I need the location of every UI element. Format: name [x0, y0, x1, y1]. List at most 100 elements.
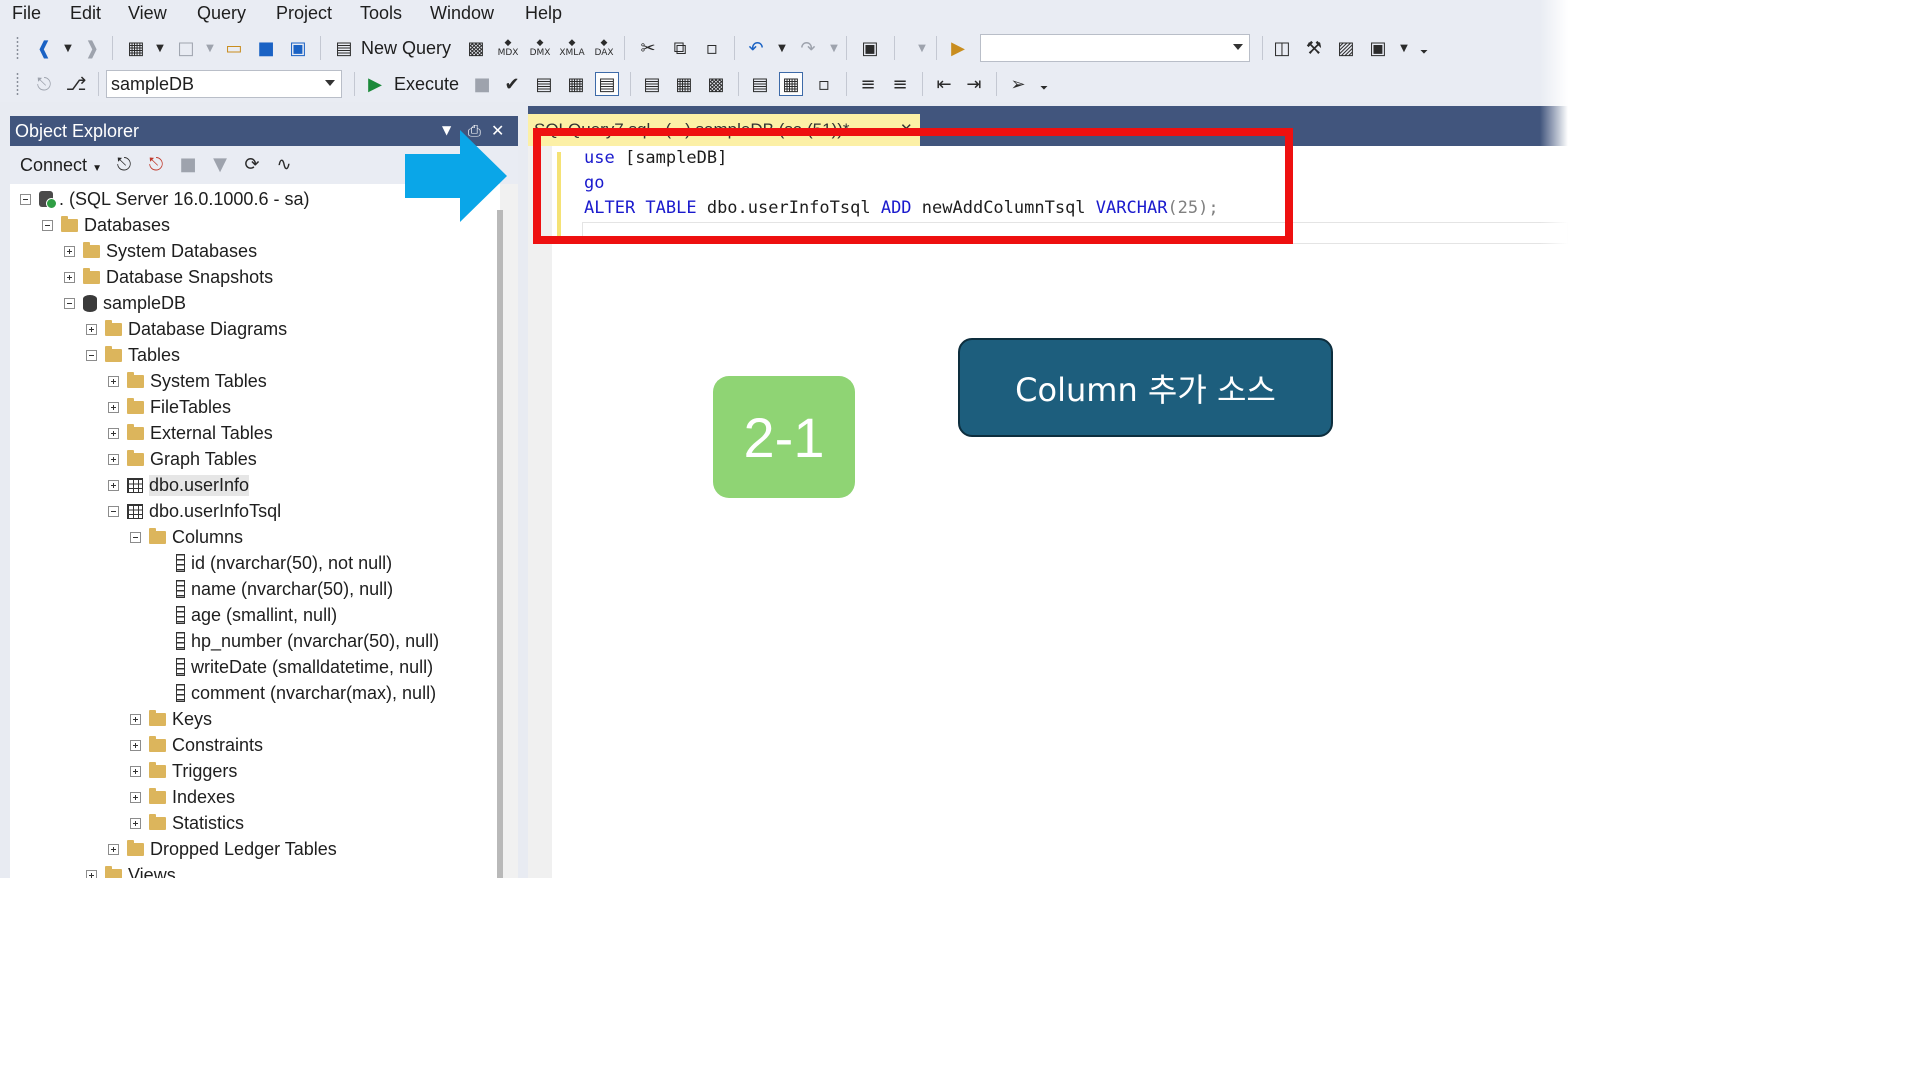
menu-file[interactable]: File	[12, 3, 41, 24]
expand-icon[interactable]	[108, 453, 119, 465]
uncomment-lines-icon[interactable]: ≡	[888, 72, 912, 96]
properties-wrench-icon[interactable]: ⚒	[1302, 36, 1326, 60]
comment-lines-icon[interactable]: ≡	[856, 72, 880, 96]
tree-node-columns[interactable]: Columns	[130, 524, 243, 550]
tree-node-triggers[interactable]: Triggers	[130, 758, 237, 784]
new-query-icon[interactable]: ▤	[332, 36, 356, 60]
search-combo[interactable]	[980, 34, 1250, 62]
expand-icon[interactable]	[64, 271, 75, 283]
menu-edit[interactable]: Edit	[70, 3, 101, 24]
tree-node-dropped-ledger-tables[interactable]: Dropped Ledger Tables	[108, 836, 337, 862]
undo-icon[interactable]: ↶	[744, 36, 768, 60]
expand-icon[interactable]	[108, 479, 119, 491]
tree-scrollbar-thumb[interactable]	[497, 210, 503, 878]
tree-node-views[interactable]: Views	[86, 862, 176, 878]
tree-node-system-tables[interactable]: System Tables	[108, 368, 267, 394]
menu-project[interactable]: Project	[276, 3, 332, 24]
expand-icon[interactable]	[130, 817, 141, 829]
find-in-files-icon[interactable]: ▶	[946, 36, 970, 60]
tree-node-dbo-userinfotsql[interactable]: dbo.userInfoTsql	[108, 498, 281, 524]
toolbar-grip[interactable]	[15, 36, 20, 60]
execute-play-icon[interactable]: ▶	[363, 72, 387, 96]
back-dropdown-icon[interactable]: ▼	[62, 36, 74, 60]
mdx-query-icon[interactable]: ◆ MDX	[496, 36, 520, 60]
tree-node-databases[interactable]: Databases	[42, 212, 170, 238]
database-engine-query-icon[interactable]: ▩	[464, 36, 488, 60]
menu-help[interactable]: Help	[525, 3, 562, 24]
xmla-query-icon[interactable]: ◆ XMLA	[559, 36, 584, 60]
paste-icon[interactable]: ▫	[700, 36, 724, 60]
connect-plug-icon[interactable]: ⎋	[32, 72, 56, 96]
toolbar-overflow-icon[interactable]: ⏷	[1418, 40, 1430, 64]
collapse-icon[interactable]	[64, 297, 75, 309]
collapse-icon[interactable]	[130, 531, 141, 543]
panel-splitter[interactable]	[518, 116, 528, 878]
toolbox-icon[interactable]: ▨	[1334, 36, 1358, 60]
expand-icon[interactable]	[108, 401, 119, 413]
activity-monitor-icon[interactable]: ▣	[858, 36, 882, 60]
solution-config-dropdown-icon[interactable]: ▼	[916, 36, 928, 60]
menu-window[interactable]: Window	[430, 3, 494, 24]
redo-dropdown-icon[interactable]: ▼	[828, 36, 840, 60]
expand-icon[interactable]	[108, 427, 119, 439]
tree-node-column-hp-number[interactable]: hp_number (nvarchar(50), null)	[176, 628, 439, 654]
dmx-query-icon[interactable]: ◆ DMX	[528, 36, 552, 60]
parse-check-icon[interactable]: ✔	[500, 72, 524, 96]
tree-node-column-name[interactable]: name (nvarchar(50), null)	[176, 576, 393, 602]
menu-query[interactable]: Query	[197, 3, 246, 24]
client-statistics-icon[interactable]: ▩	[704, 72, 728, 96]
dax-query-icon[interactable]: ◆ DAX	[592, 36, 616, 60]
back-icon[interactable]: ❰	[32, 36, 56, 60]
menu-tools[interactable]: Tools	[360, 3, 402, 24]
results-to-grid-icon[interactable]: ▤	[595, 72, 619, 96]
tree-node-statistics[interactable]: Statistics	[130, 810, 244, 836]
tree-node-column-writedate[interactable]: writeDate (smalldatetime, null)	[176, 654, 433, 680]
menu-view[interactable]: View	[128, 3, 167, 24]
new-project-icon[interactable]: ▦	[124, 36, 148, 60]
undo-dropdown-icon[interactable]: ▼	[776, 36, 788, 60]
live-query-statistics-icon[interactable]: ▦	[672, 72, 696, 96]
new-query-button[interactable]: New Query	[361, 38, 451, 59]
execute-button[interactable]: Execute	[394, 74, 459, 95]
new-project-dropdown-icon[interactable]: ▼	[154, 36, 166, 60]
tree-node-column-comment[interactable]: comment (nvarchar(max), null)	[176, 680, 436, 706]
results-to-text-icon[interactable]: ▤	[748, 72, 772, 96]
tree-node-database-diagrams[interactable]: Database Diagrams	[86, 316, 287, 342]
tree-node-keys[interactable]: Keys	[130, 706, 212, 732]
query-editor[interactable]: use [sampleDB] go ALTER TABLE dbo.userIn…	[528, 146, 1568, 878]
specify-template-values-icon[interactable]: ➢	[1006, 72, 1030, 96]
tree-node-tables[interactable]: Tables	[86, 342, 180, 368]
expand-icon[interactable]	[86, 869, 97, 878]
tree-node-server[interactable]: . (SQL Server 16.0.1000.6 - sa)	[20, 186, 309, 212]
tree-node-sampledb[interactable]: sampleDB	[64, 290, 186, 316]
add-item-dropdown-icon[interactable]: ▼	[204, 36, 216, 60]
collapse-icon[interactable]	[42, 219, 53, 231]
expand-icon[interactable]	[108, 843, 119, 855]
query-options-icon[interactable]: ▦	[564, 72, 588, 96]
include-actual-plan-icon[interactable]: ▤	[640, 72, 664, 96]
toolbar-grip[interactable]	[15, 72, 20, 96]
cut-icon[interactable]: ✂	[636, 36, 660, 60]
connect-dropdown-button[interactable]: Connect ▼	[20, 155, 102, 176]
visual-studio-icon[interactable]: ◫	[1270, 36, 1294, 60]
copy-icon[interactable]: ⧉	[668, 36, 692, 60]
refresh-icon[interactable]: ⟳	[240, 152, 264, 176]
change-connection-icon[interactable]: ⎇	[64, 72, 88, 96]
collapse-icon[interactable]	[108, 505, 119, 517]
command-window-icon[interactable]: ▣	[1366, 36, 1390, 60]
expand-icon[interactable]	[64, 245, 75, 257]
disconnect-icon[interactable]: ⎋	[144, 152, 168, 176]
save-all-icon[interactable]: ▣	[286, 36, 310, 60]
expand-icon[interactable]	[108, 375, 119, 387]
decrease-indent-icon[interactable]: ⇤	[932, 72, 956, 96]
expand-icon[interactable]	[130, 791, 141, 803]
display-estimated-plan-icon[interactable]: ▤	[532, 72, 556, 96]
increase-indent-icon[interactable]: ⇥	[962, 72, 986, 96]
activity-monitor-pulse-icon[interactable]: ∿	[272, 152, 296, 176]
filter-icon[interactable]: ▼	[208, 152, 232, 176]
tree-node-constraints[interactable]: Constraints	[130, 732, 263, 758]
tree-node-external-tables[interactable]: External Tables	[108, 420, 273, 446]
tree-node-database-snapshots[interactable]: Database Snapshots	[64, 264, 273, 290]
connect-object-explorer-icon[interactable]: ⎋	[112, 152, 136, 176]
tree-node-filetables[interactable]: FileTables	[108, 394, 231, 420]
